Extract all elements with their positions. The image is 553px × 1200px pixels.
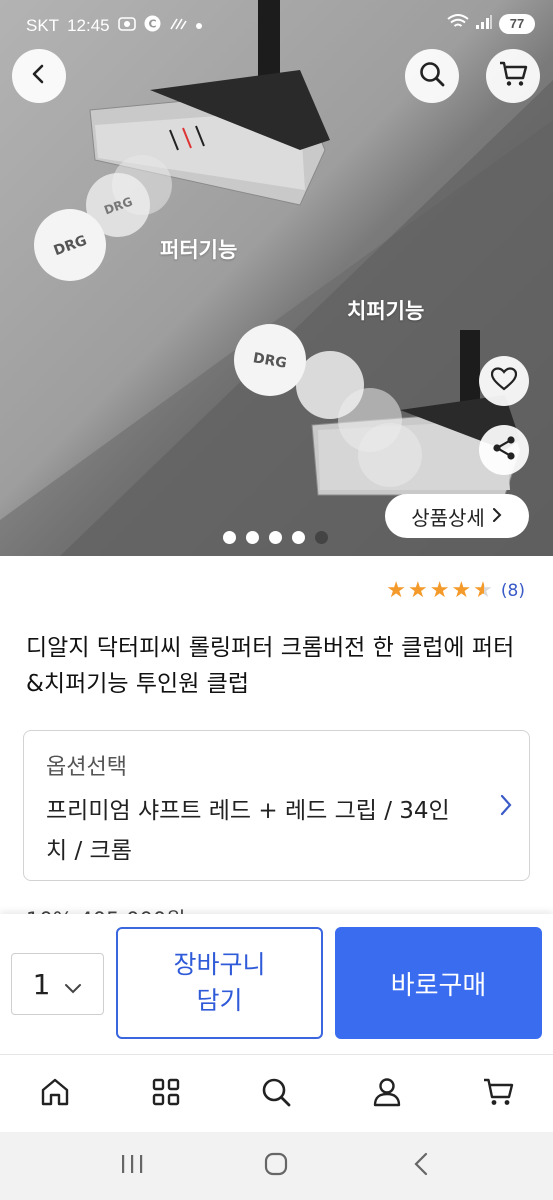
add-to-cart-label-line2: 담기: [196, 986, 243, 1015]
product-photo: DRG DRG DRG: [0, 0, 553, 556]
chevron-right-icon: [491, 504, 503, 528]
cart-icon: [498, 60, 528, 92]
star-half-icon: ★: [473, 578, 493, 603]
chevron-right-icon: [499, 793, 513, 821]
carousel-dot[interactable]: [269, 531, 282, 544]
cart-icon: [482, 1077, 514, 1111]
c-badge-icon: C: [144, 15, 161, 36]
carousel-dot[interactable]: [292, 531, 305, 544]
back-system-button[interactable]: [391, 1141, 451, 1191]
recent-apps-icon: [119, 1153, 145, 1179]
nav-category[interactable]: [136, 1064, 196, 1124]
share-button[interactable]: [479, 425, 529, 475]
review-count[interactable]: (8): [501, 581, 525, 601]
chevron-down-icon: [64, 968, 82, 1001]
bottom-navigation: [0, 1054, 553, 1132]
product-detail-button[interactable]: 상품상세: [385, 494, 529, 538]
status-bar: SKT 12:45 C 77: [0, 0, 553, 50]
signal-slash-icon: [169, 17, 187, 35]
nav-home[interactable]: [25, 1064, 85, 1124]
option-select[interactable]: 옵션선택 프리미엄 샤프트 레드 + 레드 그립 / 34인치 / 크롬: [23, 730, 530, 881]
carrier-text: SKT: [26, 15, 60, 35]
quantity-select[interactable]: 1: [11, 953, 104, 1015]
back-button[interactable]: [12, 49, 66, 103]
star-icon: ★: [386, 578, 406, 603]
heart-icon: [490, 367, 518, 395]
home-square-icon: [263, 1151, 289, 1181]
option-label: 옵션선택: [46, 755, 127, 780]
screen-record-icon: [117, 16, 136, 36]
nav-cart[interactable]: [468, 1064, 528, 1124]
product-title: 디알지 닥터피씨 롤링퍼터 크롬버전 한 클럽에 퍼터&치퍼기능 투인원 클럽: [26, 635, 515, 697]
share-icon: [491, 435, 517, 465]
carousel-dot-active[interactable]: [315, 531, 328, 544]
cart-button[interactable]: [486, 49, 540, 103]
search-icon: [260, 1076, 292, 1112]
system-navigation-bar: [0, 1132, 553, 1200]
home-icon: [39, 1076, 71, 1112]
product-detail-label: 상품상세: [411, 505, 485, 530]
home-system-button[interactable]: [246, 1141, 306, 1191]
my-page-icon: [371, 1076, 403, 1112]
buy-now-button[interactable]: 바로구매: [335, 927, 542, 1039]
search-button[interactable]: [405, 49, 459, 103]
star-rating: ★ ★ ★ ★ ★: [386, 580, 493, 602]
clock-text: 12:45: [67, 15, 110, 35]
putter-function-label: 퍼터기능: [160, 238, 238, 262]
svg-text:C: C: [148, 18, 156, 31]
search-icon: [418, 60, 446, 92]
cell-signal-icon: [475, 14, 493, 34]
purchase-action-bar: 1 장바구니 담기 바로구매: [0, 914, 553, 1054]
battery-icon: 77: [499, 14, 535, 34]
option-value: 프리미엄 샤프트 레드 + 레드 그립 / 34인치 / 크롬: [46, 798, 450, 864]
chipper-function-label: 치퍼기능: [347, 299, 425, 323]
quantity-value: 1: [32, 967, 51, 1001]
carousel-dot[interactable]: [223, 531, 236, 544]
product-image-carousel[interactable]: DRG DRG DRG SKT 12:45 C 77 퍼터기능 치퍼기능 상품상…: [0, 0, 553, 556]
nav-my-page[interactable]: [357, 1064, 417, 1124]
nav-search[interactable]: [246, 1064, 306, 1124]
carousel-indicator: [223, 531, 328, 544]
chevron-left-icon: [27, 62, 51, 90]
add-to-cart-button[interactable]: 장바구니 담기: [116, 927, 323, 1039]
recent-apps-button[interactable]: [102, 1141, 162, 1191]
category-grid-icon: [151, 1077, 181, 1111]
dot-icon: [195, 17, 203, 34]
star-icon: ★: [451, 578, 472, 603]
like-button[interactable]: [479, 356, 529, 406]
product-rating[interactable]: ★ ★ ★ ★ ★ (8): [386, 580, 525, 602]
star-icon: ★: [429, 578, 450, 603]
back-arrow-icon: [411, 1151, 431, 1181]
star-icon: ★: [407, 578, 428, 603]
carousel-dot[interactable]: [246, 531, 259, 544]
add-to-cart-label-line1: 장바구니: [173, 950, 266, 979]
wifi-icon: [447, 14, 469, 34]
